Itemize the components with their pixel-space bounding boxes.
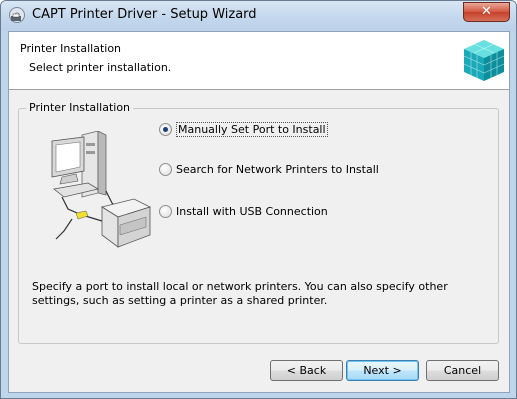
radio-button-manual-port[interactable]: [159, 122, 172, 136]
option-description: Specify a port to install local or netwo…: [32, 280, 448, 307]
close-button[interactable]: ✕: [463, 2, 510, 22]
canon-cube-logo: [463, 40, 505, 81]
radio-label-search-network[interactable]: Search for Network Printers to Install: [176, 163, 379, 176]
window-title: CAPT Printer Driver - Setup Wizard: [32, 7, 257, 22]
wizard-client-area: Printer Installation Select printer inst…: [8, 31, 510, 393]
setup-wizard-window: CAPT Printer Driver - Setup Wizard ✕ Pri…: [0, 0, 517, 399]
groupbox-title: Printer Installation: [26, 101, 134, 114]
radio-button-usb[interactable]: [159, 204, 172, 218]
title-bar[interactable]: CAPT Printer Driver - Setup Wizard ✕: [1, 1, 516, 31]
next-button[interactable]: Next >: [346, 360, 419, 381]
computer-printer-illustration: [51, 131, 152, 248]
radio-button-search-network[interactable]: [159, 162, 172, 176]
wizard-header: Printer Installation Select printer inst…: [9, 32, 509, 90]
radio-label-manual-port[interactable]: Manually Set Port to Install: [176, 121, 328, 137]
radio-option-manual-port[interactable]: Manually Set Port to Install: [159, 121, 328, 137]
radio-option-search-network[interactable]: Search for Network Printers to Install: [159, 161, 379, 177]
radio-label-usb[interactable]: Install with USB Connection: [176, 205, 328, 218]
radio-option-usb[interactable]: Install with USB Connection: [159, 203, 328, 219]
back-button[interactable]: < Back: [270, 360, 343, 381]
close-icon: ✕: [481, 4, 492, 19]
cancel-button[interactable]: Cancel: [426, 360, 499, 381]
page-subtitle: Select printer installation.: [29, 61, 172, 74]
printer-cd-icon: [9, 7, 25, 23]
page-title: Printer Installation: [20, 42, 122, 55]
